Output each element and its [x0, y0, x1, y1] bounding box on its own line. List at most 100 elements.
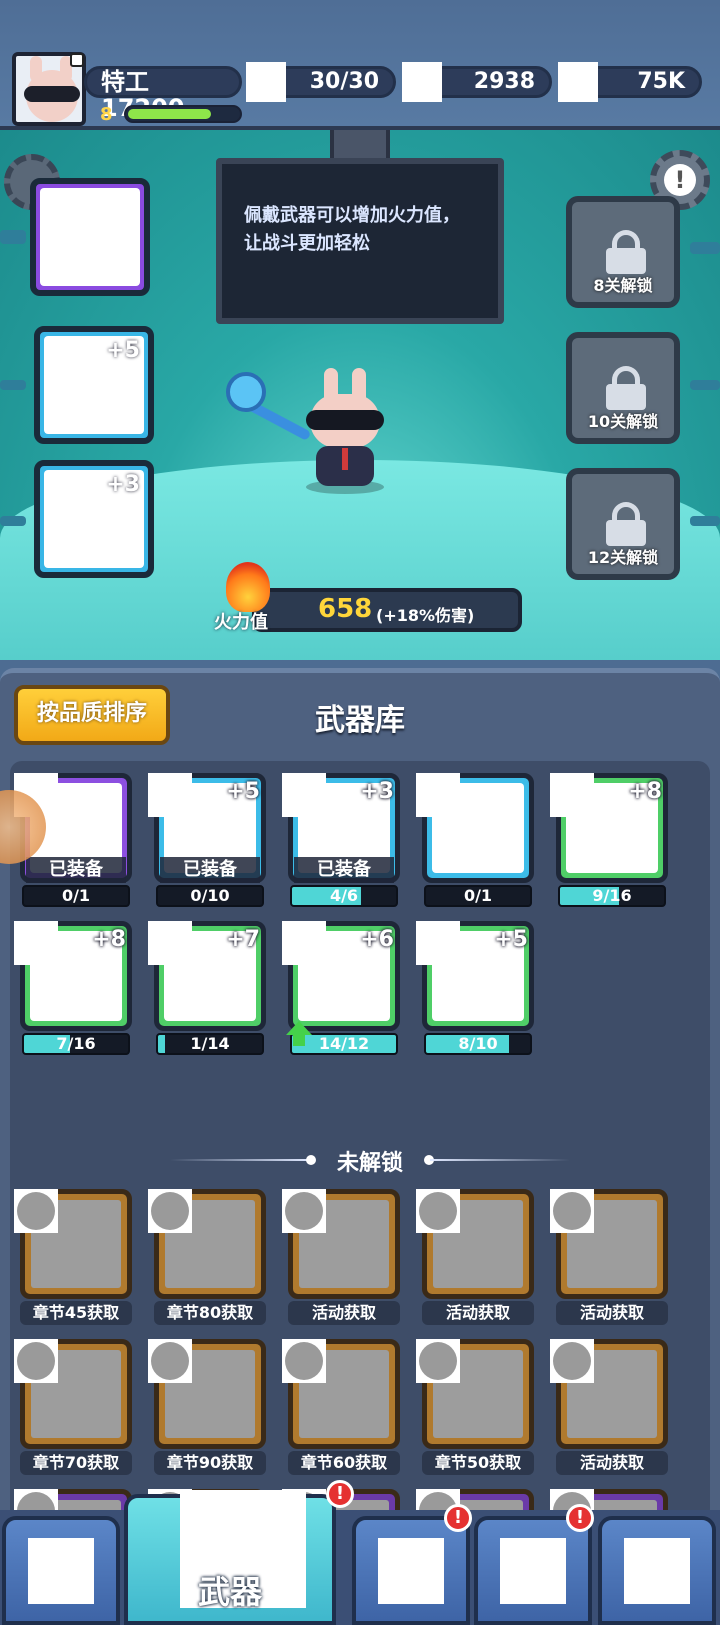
- weapon-type-icon: [14, 1189, 58, 1233]
- pipe: [690, 242, 720, 254]
- pipe: [0, 380, 26, 390]
- weapon-type-dot: [419, 1342, 457, 1380]
- weapon-level: +5: [494, 927, 528, 952]
- locked-weapon-card[interactable]: 章节50获取: [416, 1339, 538, 1477]
- weapon-type-dot: [285, 1342, 323, 1380]
- weapon-level: +6: [360, 927, 394, 952]
- equip-slot-2[interactable]: +5: [34, 326, 154, 444]
- weapon-card[interactable]: +8 7/16: [14, 921, 136, 1059]
- shard-count: 0/1: [61, 886, 91, 905]
- weapon-card[interactable]: +3 已装备 4/6: [282, 773, 404, 911]
- locked-weapon-card[interactable]: 章节70获取: [14, 1339, 136, 1477]
- shard-progress: 8/10: [424, 1033, 532, 1055]
- library-title: 武器库: [315, 703, 405, 738]
- locked-weapon-card[interactable]: 章节90获取: [148, 1339, 270, 1477]
- weapon-type-icon: [550, 773, 594, 817]
- locked-slot-2[interactable]: 10关解锁: [566, 332, 680, 444]
- notification-badge-icon: !: [566, 1504, 594, 1532]
- locked-slot-3[interactable]: 12关解锁: [566, 468, 680, 580]
- weapon-type-icon: [550, 1189, 594, 1233]
- weapon-card[interactable]: +6 14/12: [282, 921, 404, 1059]
- weapon-card[interactable]: +8 9/16: [550, 773, 672, 911]
- weapon-type-icon: [282, 1189, 326, 1233]
- agent-character: [300, 368, 390, 494]
- weapon-type-dot: [553, 1342, 591, 1380]
- nav-tab-1[interactable]: [2, 1516, 120, 1625]
- pipe: [690, 380, 720, 390]
- tip-text: 佩戴武器可以增加火力值，让战斗更加轻松: [244, 205, 460, 254]
- weapon-type-icon: [282, 773, 326, 817]
- weapon-level: +8: [628, 779, 662, 804]
- obtain-method: 活动获取: [422, 1301, 534, 1325]
- weapon-level: +5: [106, 338, 140, 363]
- weapon-type-icon: [550, 1339, 594, 1383]
- shard-count: 9/16: [592, 886, 632, 905]
- weapon-card[interactable]: +5 已装备 0/10: [148, 773, 270, 911]
- nav-tab-2[interactable]: 武器: [124, 1490, 336, 1625]
- weapon-type-icon: [14, 1339, 58, 1383]
- locked-divider: 未解锁: [170, 1145, 570, 1176]
- nav-tab-icon: [624, 1538, 690, 1604]
- locked-slot-1[interactable]: 8关解锁: [566, 196, 680, 308]
- locked-weapon-card[interactable]: 活动获取: [550, 1339, 672, 1477]
- weapon-type-icon: [14, 921, 58, 965]
- weapon-type-dot: [553, 1192, 591, 1230]
- weapon-card[interactable]: +7 1/14: [148, 921, 270, 1059]
- weapon-type-dot: [419, 1192, 457, 1230]
- firepower-bonus: (+18%伤害): [376, 606, 475, 625]
- shard-progress: 0/1: [424, 885, 532, 907]
- weapon-type-dot: [285, 1192, 323, 1230]
- xp-bar: [124, 105, 242, 123]
- equip-slot-3[interactable]: +3: [34, 460, 154, 578]
- shard-progress: 0/10: [156, 885, 264, 907]
- shard-progress: 4/6: [290, 885, 398, 907]
- nav-tab-4[interactable]: [474, 1516, 592, 1625]
- locked-weapon-card[interactable]: 章节60获取: [282, 1339, 404, 1477]
- xp-bar-fill: [128, 109, 211, 119]
- nav-tab-icon: [500, 1538, 566, 1604]
- weapon-type-dot: [17, 1192, 55, 1230]
- weapon-type-icon: [282, 921, 326, 965]
- weapon-level: +7: [226, 927, 260, 952]
- alert-icon[interactable]: !: [664, 164, 696, 196]
- gem-icon: [402, 62, 442, 102]
- obtain-method: 章节50获取: [422, 1451, 534, 1475]
- shard-count: 7/16: [56, 1034, 96, 1053]
- weapon-type-dot: [151, 1192, 189, 1230]
- locked-weapon-card[interactable]: 章节80获取: [148, 1189, 270, 1327]
- shard-count: 0/1: [463, 886, 493, 905]
- equipped-label: 已装备: [160, 857, 260, 883]
- shard-progress: 7/16: [22, 1033, 130, 1055]
- locked-weapon-card[interactable]: 活动获取: [282, 1189, 404, 1327]
- fire-icon: [226, 562, 270, 612]
- unlock-requirement: 8关解锁: [593, 276, 653, 295]
- notification-badge-icon: !: [326, 1480, 354, 1508]
- equipped-label: 已装备: [26, 857, 126, 883]
- nav-tab-icon: [378, 1538, 444, 1604]
- weapon-level: +5: [226, 779, 260, 804]
- weapon-card[interactable]: +5 8/10: [416, 921, 538, 1059]
- weapon-library: 按品质排序 武器库 已装备 0/1 +5 已装备 0/10 +3 已装备 4/6 0/1 +8 9/…: [0, 668, 720, 1599]
- weapon-card[interactable]: 0/1: [416, 773, 538, 911]
- weapon-type-icon: [416, 1189, 460, 1233]
- player-name: 特工17200: [84, 66, 242, 121]
- shard-progress: 1/14: [156, 1033, 264, 1055]
- locked-weapon-card[interactable]: 活动获取: [416, 1189, 538, 1327]
- nav-tab-icon: [28, 1538, 94, 1604]
- coin-icon: [558, 62, 598, 102]
- obtain-method: 章节90获取: [154, 1451, 266, 1475]
- pipe: [690, 516, 720, 526]
- shard-count: 14/12: [318, 1034, 370, 1053]
- nav-tab-5[interactable]: [598, 1516, 716, 1625]
- shard-count: 1/14: [190, 1034, 230, 1053]
- locked-weapon-card[interactable]: 章节45获取: [14, 1189, 136, 1327]
- obtain-method: 章节70获取: [20, 1451, 132, 1475]
- upgrade-arrow-stem: [293, 1034, 305, 1046]
- nav-tab-3[interactable]: [352, 1516, 470, 1625]
- shard-count: 0/10: [190, 886, 230, 905]
- bottom-nav: 武器!!!: [0, 1480, 720, 1625]
- equip-slot-1[interactable]: [30, 178, 150, 296]
- pipe: [0, 230, 26, 244]
- shard-progress-fill: [158, 1035, 166, 1053]
- locked-weapon-card[interactable]: 活动获取: [550, 1189, 672, 1327]
